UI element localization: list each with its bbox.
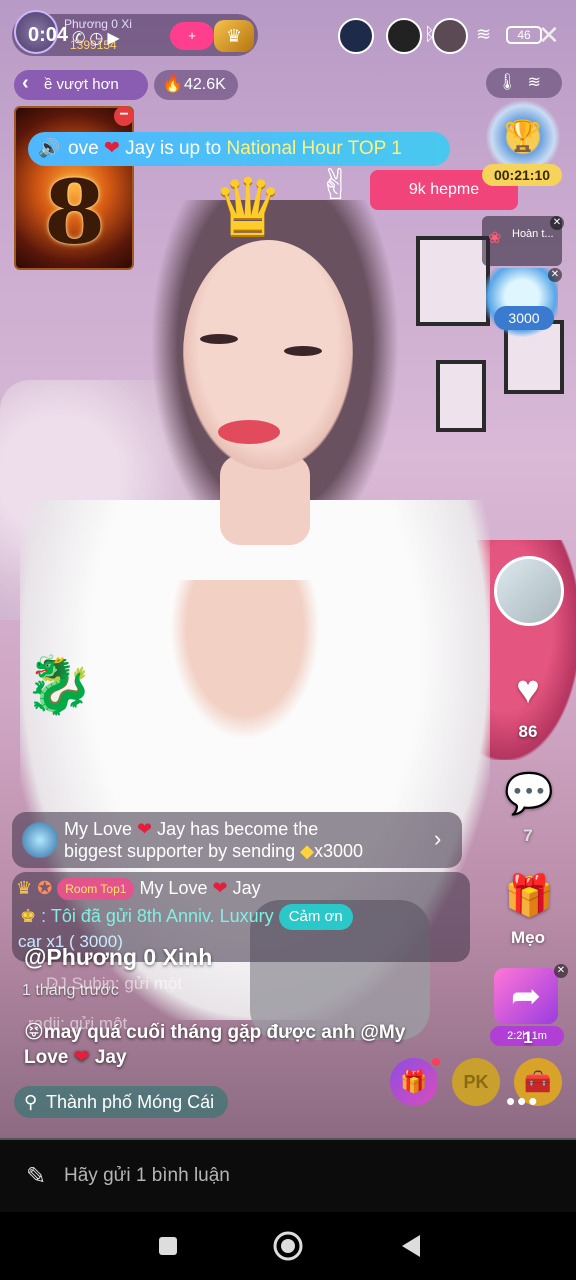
comment-icon[interactable]: 💬 — [504, 770, 554, 818]
comment-input[interactable] — [64, 1162, 544, 1190]
streamer-lips — [218, 420, 280, 444]
hot-count: 42.6K — [184, 76, 226, 93]
location-text: Thành phố Móng Cái — [46, 1092, 215, 1112]
gift-sender2: Jay — [227, 878, 261, 898]
network-pill[interactable]: 🌡≋ — [486, 68, 562, 98]
viewer-avatar[interactable] — [386, 18, 422, 54]
room-top-badge: Room Top1 — [57, 878, 135, 901]
recent-apps-icon[interactable] — [150, 1228, 186, 1264]
banner-highlight: National Hour TOP 1 — [226, 138, 402, 159]
status-time: 0:04 — [28, 24, 69, 46]
banner-middle: Jay is up to — [119, 138, 227, 159]
gift-sender: My Love — [139, 878, 208, 898]
gift-line2: ♚ : Tôi đã gửi 8th Anniv. Luxury Cảm ơn — [20, 904, 353, 930]
close-coin-icon[interactable]: ✕ — [548, 268, 562, 282]
streamer-eye — [284, 346, 322, 356]
supporter-text: My Love ❤ Jay has become the biggest sup… — [64, 818, 434, 862]
faded-chat: DJ Subin: gửi một — [46, 974, 183, 993]
rank-text: ề vượt hơn — [44, 76, 119, 93]
gift-box-button[interactable]: 🎁 — [390, 1058, 438, 1106]
wifi-icon: ≋ — [476, 24, 492, 44]
caption-tail: Jay — [89, 1047, 127, 1068]
supporter-name: My Love — [64, 819, 133, 839]
thanks-button[interactable]: Cảm ơn — [278, 904, 353, 930]
signal-icon: ≋ — [527, 74, 551, 91]
notification-icons: ✆◷▶ — [72, 30, 124, 47]
trophy-icon[interactable]: 🏆 — [486, 100, 560, 174]
location-tag[interactable]: Thành phố Móng Cái — [14, 1086, 229, 1118]
rose-icon: ❀ — [488, 230, 502, 247]
rank-pill[interactable]: ề vượt hơn — [14, 70, 148, 100]
coin-badge-value: 3000 — [494, 306, 554, 330]
gift-text: : Tôi đã gửi 8th Anniv. Luxury — [41, 905, 274, 926]
share-icon[interactable]: ➦ — [494, 968, 558, 1024]
rank-number: 8 — [44, 160, 106, 264]
announcement-banner[interactable]: ove ❤ Jay is up to National Hour TOP 1 — [28, 132, 450, 166]
crown-badge-icon[interactable]: ♛ — [214, 20, 254, 52]
heart-like-icon[interactable]: ♥ — [504, 666, 552, 714]
location-pin-icon: ⚲ — [24, 1092, 38, 1112]
crown-icon: ♛ — [16, 878, 33, 898]
emoji-icon: 😝 — [24, 1022, 44, 1043]
wings-icon: ✪ — [37, 878, 53, 898]
streamer-eye — [200, 334, 238, 344]
stream-caption: 😝may quá cuối tháng gặp được anh @My Lov… — [24, 1020, 444, 1070]
pencil-icon: ✎ — [26, 1163, 47, 1190]
viewer-avatar[interactable] — [338, 18, 374, 54]
tips-icon[interactable]: 🎁 — [504, 872, 554, 920]
speaker-icon: 🔊 — [38, 138, 61, 158]
more-options-icon[interactable]: ••• — [506, 1086, 539, 1117]
banner-prefix: ove — [68, 138, 99, 159]
follow-button[interactable]: + — [170, 22, 214, 50]
notification-dot — [432, 1058, 440, 1066]
crown-filter-icon: ♛ — [212, 163, 284, 252]
heart-icon: ❤ — [137, 819, 153, 839]
collapse-button[interactable]: − — [114, 106, 134, 126]
heart-icon: ❤ — [212, 878, 228, 898]
gift-icon: ♚ — [20, 905, 37, 926]
supporter-amount: x3000 — [314, 841, 364, 861]
wall-frame — [436, 360, 486, 432]
like-count: 86 — [518, 722, 538, 741]
streamer-chest — [170, 580, 320, 740]
share-count: 1 — [523, 1028, 533, 1047]
back-icon[interactable] — [394, 1228, 430, 1264]
supporter-line2: biggest supporter by sending — [64, 841, 301, 861]
flame-icon: 🔥 — [162, 74, 184, 93]
gift-line1: ♛ ✪ Room Top1 My Love ❤ Jay — [16, 878, 261, 901]
comment-count: 7 — [523, 826, 533, 845]
back-arrow-icon: ‹ — [22, 72, 29, 94]
viewer-avatar[interactable] — [432, 18, 468, 54]
badge-icon — [22, 822, 58, 858]
trophy-timer: 00:21:10 — [482, 164, 562, 186]
close-task-icon[interactable]: ✕ — [550, 216, 564, 230]
diamond-icon: ◆ — [300, 841, 314, 861]
tips-label: Mẹo — [511, 928, 545, 947]
thermometer-icon: 🌡 — [497, 74, 528, 91]
supporter-line1: Jay has become the — [152, 819, 319, 839]
dragon-sticker-icon: 🐉 — [24, 653, 94, 716]
wall-frame — [416, 236, 490, 326]
home-icon[interactable] — [270, 1228, 306, 1264]
pk-button[interactable]: PK — [452, 1058, 500, 1106]
battery-icon: 46 — [506, 26, 542, 44]
hand-gesture-icon: ✌ — [318, 161, 354, 208]
chevron-right-icon[interactable]: › — [434, 826, 441, 852]
task-label: Hoàn t... — [512, 228, 554, 240]
heart-icon: ❤ — [73, 1047, 90, 1068]
close-share-icon[interactable]: ✕ — [554, 964, 568, 978]
related-stream-avatar[interactable] — [494, 556, 564, 626]
host-handle[interactable]: @Phương 0 Xinh — [24, 944, 212, 971]
heart-icon: ❤ — [103, 138, 120, 159]
close-stream-button[interactable]: ✕ — [538, 20, 560, 51]
